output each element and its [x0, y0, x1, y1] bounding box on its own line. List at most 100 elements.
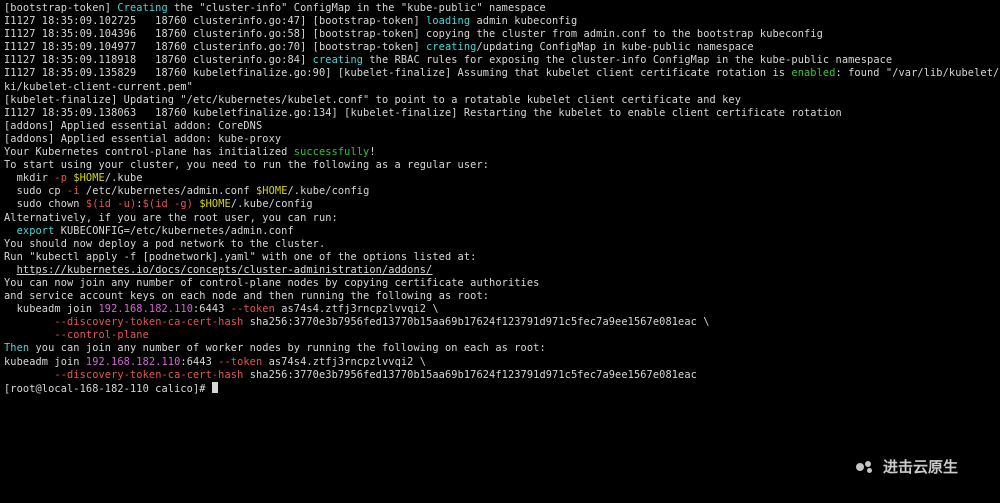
- terminal-text: --discovery-token-ca-cert-hash: [54, 369, 243, 381]
- terminal-line: [kubelet-finalize] Updating "/etc/kubern…: [4, 94, 996, 107]
- watermark: 进击云原生: [853, 456, 958, 477]
- terminal-text: [4, 369, 54, 381]
- terminal-text: admin kubeconfig: [470, 15, 577, 27]
- terminal-text: Then: [4, 342, 29, 354]
- terminal-line: --discovery-token-ca-cert-hash sha256:37…: [4, 369, 996, 382]
- terminal-line: Alternatively, if you are the root user,…: [4, 212, 996, 225]
- terminal-text: !: [369, 146, 375, 158]
- terminal-text: [4, 316, 54, 328]
- terminal-line: [addons] Applied essential addon: kube-p…: [4, 133, 996, 146]
- terminal-line: kubeadm join 192.168.182.110:6443 --toke…: [4, 303, 996, 316]
- terminal-text: [kubelet-finalize] Updating "/etc/kubern…: [4, 94, 741, 106]
- terminal-text: [bootstrap-token]: [4, 2, 117, 14]
- terminal-text: Creating: [117, 2, 167, 14]
- terminal-text: :6443: [180, 356, 218, 368]
- terminal-text: 192.168.182.110: [86, 356, 181, 368]
- terminal-line: I1127 18:35:09.118918 18760 clusterinfo.…: [4, 54, 996, 67]
- terminal-line: I1127 18:35:09.104977 18760 clusterinfo.…: [4, 41, 996, 54]
- terminal-line: I1127 18:35:09.104396 18760 clusterinfo.…: [4, 28, 996, 41]
- terminal-text: [4, 225, 17, 237]
- terminal-line: ki/kubelet-client-current.pem": [4, 81, 996, 94]
- terminal-text: /.kube: [105, 172, 143, 184]
- terminal-text: /.kube/config: [288, 185, 370, 197]
- terminal-line: I1127 18:35:09.135829 18760 kubeletfinal…: [4, 67, 996, 80]
- terminal-text: the RBAC rules for exposing the cluster-…: [363, 54, 892, 66]
- terminal-text: you can join any number of worker nodes …: [29, 342, 546, 354]
- terminal-text: Run "kubectl apply -f [podnetwork].yaml"…: [4, 251, 476, 263]
- terminal-line: To start using your cluster, you need to…: [4, 159, 996, 172]
- terminal-text: $HOME: [256, 185, 288, 197]
- terminal-line: I1127 18:35:09.102725 18760 clusterinfo.…: [4, 15, 996, 28]
- terminal-text: kubeadm join: [4, 356, 86, 368]
- terminal-line: sudo chown $(id -u):$(id -g) $HOME/.kube…: [4, 198, 996, 211]
- cursor: [212, 382, 218, 393]
- terminal-text: To start using your cluster, you need to…: [4, 159, 489, 171]
- terminal-text: $(id -u): [86, 198, 136, 210]
- terminal-text: as74s4.ztfj3rncpzlvvqi2 \: [275, 303, 439, 315]
- terminal-text: -i: [67, 185, 80, 197]
- terminal-text: ki/kubelet-client-current.pem": [4, 81, 193, 93]
- terminal-line: kubeadm join 192.168.182.110:6443 --toke…: [4, 356, 996, 369]
- terminal-line: Then you can join any number of worker n…: [4, 342, 996, 355]
- terminal-text: $(id -g): [143, 198, 193, 210]
- terminal-text: creating: [313, 54, 363, 66]
- terminal-text: --token: [218, 356, 262, 368]
- terminal-line: --control-plane: [4, 329, 996, 342]
- terminal-text: sha256:3770e3b7956fed13770b15aa69b17624f…: [243, 316, 709, 328]
- terminal-text: sudo cp: [4, 185, 67, 197]
- terminal-line: Your Kubernetes control-plane has initia…: [4, 146, 996, 159]
- terminal-text: /.kube/config: [231, 198, 313, 210]
- terminal-text: $HOME: [199, 198, 231, 210]
- terminal-text: -p: [54, 172, 67, 184]
- terminal-text: : found "/var/lib/kubelet/p: [836, 67, 1000, 79]
- terminal-line: [bootstrap-token] Creating the "cluster-…: [4, 2, 996, 15]
- terminal-text: I1127 18:35:09.118918 18760 clusterinfo.…: [4, 54, 313, 66]
- terminal-line: mkdir -p $HOME/.kube: [4, 172, 996, 185]
- terminal-text: successfully: [294, 146, 370, 158]
- terminal-line: You should now deploy a pod network to t…: [4, 238, 996, 251]
- terminal-output[interactable]: [bootstrap-token] Creating the "cluster-…: [0, 0, 1000, 398]
- terminal-text: --token: [231, 303, 275, 315]
- terminal-text: export: [17, 225, 55, 237]
- terminal-line: [addons] Applied essential addon: CoreDN…: [4, 120, 996, 133]
- terminal-line: I1127 18:35:09.138063 18760 kubeletfinal…: [4, 107, 996, 120]
- terminal-text: Your Kubernetes control-plane has initia…: [4, 146, 294, 158]
- terminal-text: as74s4.ztfj3rncpzlvvqi2 \: [262, 356, 426, 368]
- terminal-text: /etc/kubernetes/admin.conf: [80, 185, 256, 197]
- terminal-text: and service account keys on each node an…: [4, 290, 489, 302]
- terminal-text: I1127 18:35:09.135829 18760 kubeletfinal…: [4, 67, 791, 79]
- terminal-text: I1127 18:35:09.138063 18760 kubeletfinal…: [4, 107, 842, 119]
- terminal-text: [4, 264, 17, 276]
- terminal-text: sha256:3770e3b7956fed13770b15aa69b17624f…: [243, 369, 697, 381]
- terminal-text: enabled: [791, 67, 835, 79]
- terminal-text: Alternatively, if you are the root user,…: [4, 212, 338, 224]
- terminal-text: loading: [426, 15, 470, 27]
- terminal-text: I1127 18:35:09.104977 18760 clusterinfo.…: [4, 41, 426, 53]
- terminal-text: creating: [426, 41, 476, 53]
- terminal-line: Run "kubectl apply -f [podnetwork].yaml"…: [4, 251, 996, 264]
- terminal-text: --control-plane: [54, 329, 149, 341]
- terminal-text: KUBECONFIG=/etc/kubernetes/admin.conf: [54, 225, 293, 237]
- terminal-text: $HOME: [73, 172, 105, 184]
- terminal-prompt[interactable]: [root@local-168-182-110 calico]#: [4, 382, 996, 396]
- prompt-user-host: [root@local-168-182-110 calico]#: [4, 383, 212, 395]
- wechat-icon: [853, 457, 877, 477]
- terminal-text: [4, 329, 54, 341]
- terminal-text: https://kubernetes.io/docs/concepts/clus…: [17, 264, 433, 276]
- terminal-text: I1127 18:35:09.104396 18760 clusterinfo.…: [4, 28, 823, 40]
- terminal-text: sudo chown: [4, 198, 86, 210]
- terminal-line: export KUBECONFIG=/etc/kubernetes/admin.…: [4, 225, 996, 238]
- terminal-text: You should now deploy a pod network to t…: [4, 238, 325, 250]
- watermark-text: 进击云原生: [883, 456, 958, 477]
- terminal-text: [addons] Applied essential addon: CoreDN…: [4, 120, 262, 132]
- terminal-text: --discovery-token-ca-cert-hash: [54, 316, 243, 328]
- terminal-line: sudo cp -i /etc/kubernetes/admin.conf $H…: [4, 185, 996, 198]
- terminal-text: [addons] Applied essential addon: kube-p…: [4, 133, 281, 145]
- terminal-text: mkdir: [4, 172, 54, 184]
- terminal-line: and service account keys on each node an…: [4, 290, 996, 303]
- terminal-text: :6443: [193, 303, 231, 315]
- terminal-text: I1127 18:35:09.102725 18760 clusterinfo.…: [4, 15, 426, 27]
- terminal-line: https://kubernetes.io/docs/concepts/clus…: [4, 264, 996, 277]
- terminal-text: kubeadm join: [4, 303, 99, 315]
- terminal-text: /updating ConfigMap in kube-public names…: [476, 41, 753, 53]
